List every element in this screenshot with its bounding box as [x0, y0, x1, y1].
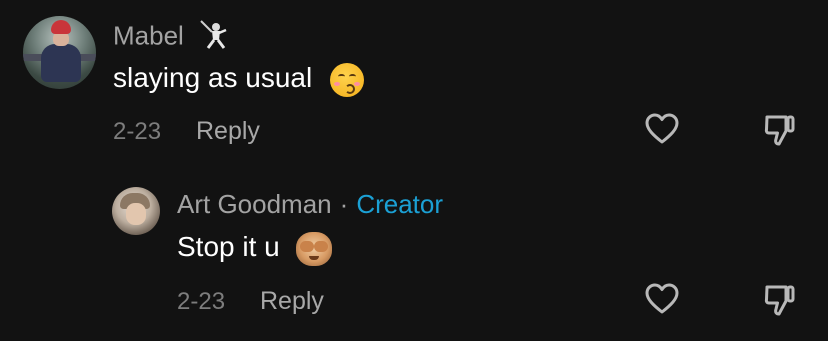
- comment-author[interactable]: Mabel: [113, 18, 229, 57]
- kissing-face-emoji-icon: [330, 62, 365, 97]
- thumbs-down-outline-icon[interactable]: [764, 113, 796, 147]
- comment-body: Stop it u: [177, 231, 280, 262]
- comment-date: 2-23: [177, 288, 226, 315]
- thumbs-down-outline-icon[interactable]: [764, 283, 796, 317]
- heart-outline-icon[interactable]: [645, 113, 679, 145]
- author-separator: ·: [339, 189, 349, 219]
- author-name[interactable]: Mabel: [113, 20, 184, 50]
- comment-text: Stop it u: [177, 231, 332, 266]
- comment-author[interactable]: Art Goodman · Creator: [177, 189, 443, 220]
- comment-text: slaying as usual: [113, 62, 365, 97]
- reply-button[interactable]: Reply: [196, 117, 260, 146]
- reply-button[interactable]: Reply: [260, 287, 324, 316]
- comment-date: 2-23: [113, 118, 162, 145]
- fencer-emoji-icon: [197, 18, 229, 57]
- creator-badge: Creator: [356, 189, 444, 219]
- avatar-art-goodman[interactable]: [112, 187, 160, 235]
- author-name[interactable]: Art Goodman: [177, 189, 332, 219]
- heart-outline-icon[interactable]: [645, 283, 679, 315]
- see-no-evil-monkey-emoji-icon: [295, 231, 332, 266]
- avatar-mabel[interactable]: [23, 16, 96, 89]
- comment-body: slaying as usual: [113, 62, 313, 93]
